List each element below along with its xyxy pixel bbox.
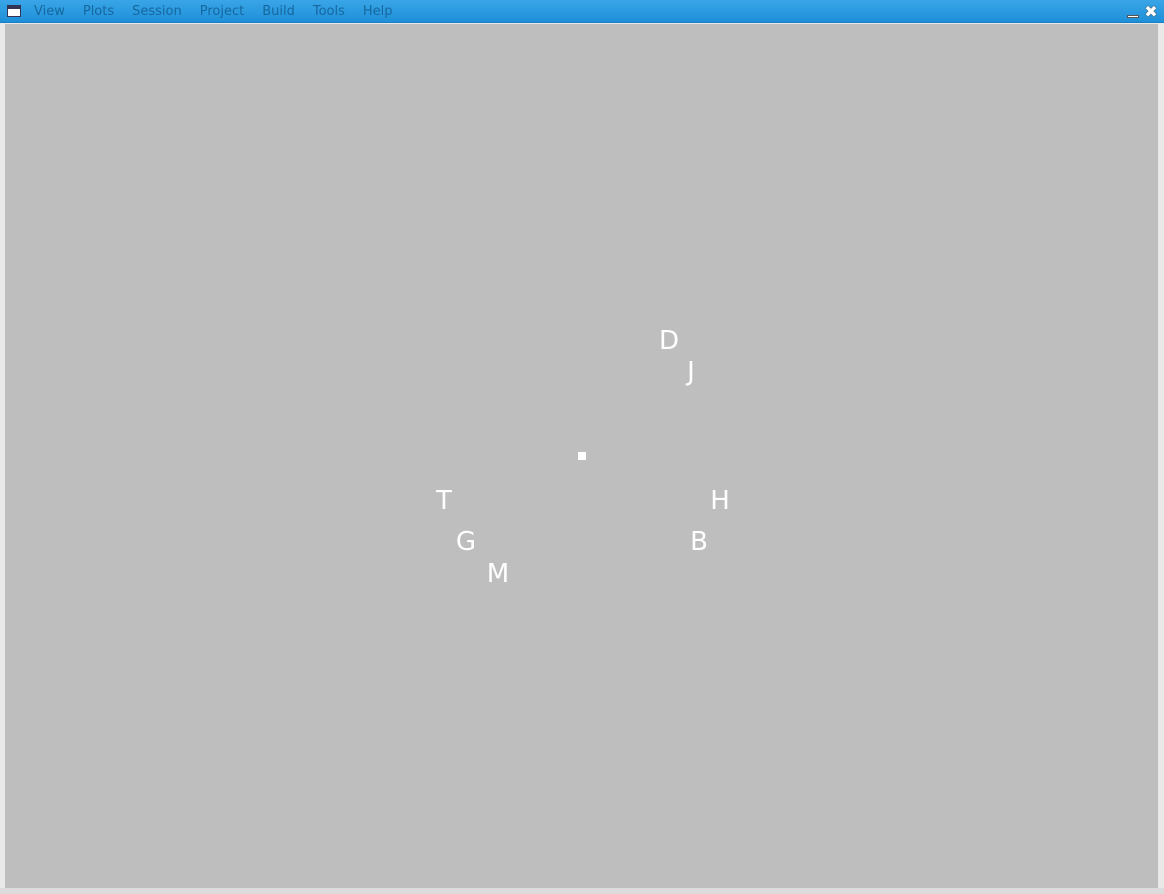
menu-project[interactable]: Project xyxy=(200,3,244,21)
app-window: View Plots Session Project Build Tools H… xyxy=(0,0,1164,894)
bottom-border xyxy=(0,888,1164,894)
menu-tools[interactable]: Tools xyxy=(313,3,345,21)
minimize-icon[interactable] xyxy=(1126,5,1140,19)
title-bar: View Plots Session Project Build Tools H… xyxy=(0,0,1164,23)
menu-help[interactable]: Help xyxy=(363,3,393,21)
point-label-m: M xyxy=(486,559,510,589)
menu-plots[interactable]: Plots xyxy=(83,3,114,21)
point-label-g: G xyxy=(455,527,477,557)
menu-session[interactable]: Session xyxy=(132,3,182,21)
close-icon[interactable]: ✖ xyxy=(1144,4,1158,20)
plot-area: D J T H G B M xyxy=(5,24,1158,888)
point-label-j: J xyxy=(687,357,695,387)
point-label-b: B xyxy=(690,527,708,557)
point-label-h: H xyxy=(710,486,730,516)
menu-build[interactable]: Build xyxy=(262,3,295,21)
window-icon[interactable] xyxy=(7,5,21,17)
window-controls: ✖ xyxy=(1126,3,1158,21)
menu-bar: View Plots Session Project Build Tools H… xyxy=(34,3,411,21)
point-label-t: T xyxy=(436,486,452,516)
point-label-d: D xyxy=(658,326,680,356)
center-marker xyxy=(578,452,586,460)
menu-view[interactable]: View xyxy=(34,3,65,21)
